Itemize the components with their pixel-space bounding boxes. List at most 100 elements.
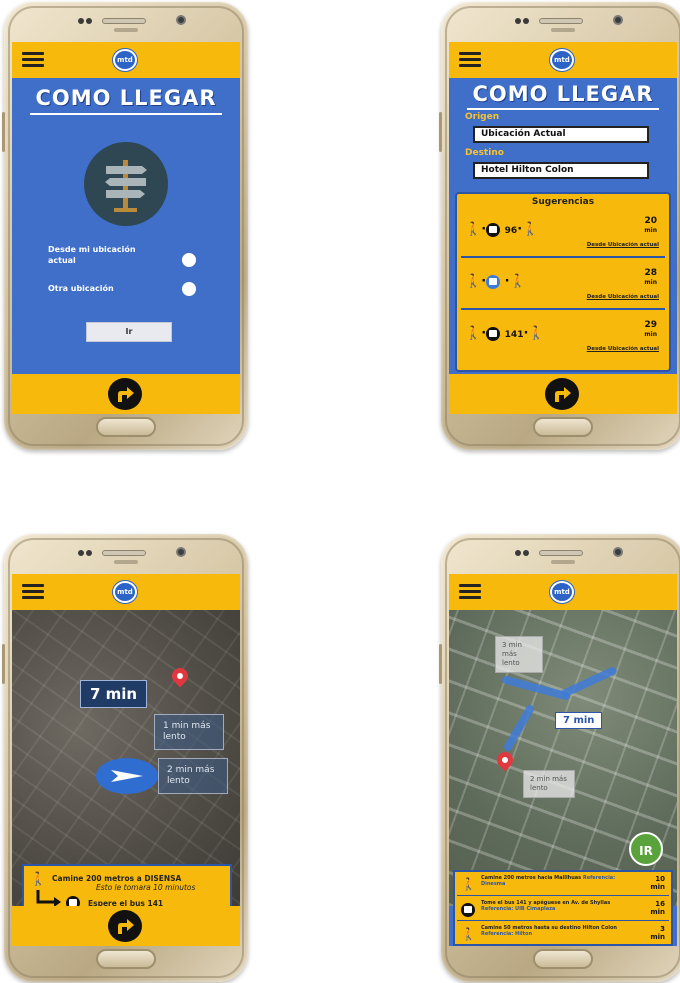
instruction-row[interactable]: Tome el bus 141 y apéguese en Av. de Shy…	[457, 897, 669, 921]
camera-icon	[176, 547, 186, 557]
step-walk-text: Camine 200 metros a DISENSA	[52, 874, 182, 883]
page-title: COMO LLEGAR	[472, 82, 654, 106]
walk-icon: 🚶	[465, 274, 482, 289]
instruction-unit: min	[650, 908, 665, 916]
top-bar: mtd	[12, 42, 240, 78]
phone-frame-2: mtd COMO LLEGAR Origen Ubicación Actual …	[439, 2, 680, 450]
menu-icon[interactable]	[22, 584, 44, 600]
destination-label: Destino	[465, 148, 504, 158]
page-title: COMO LLEGAR	[35, 86, 217, 110]
app-logo: mtd	[550, 49, 574, 71]
route-time-badge: 7 min	[80, 680, 148, 708]
camera-icon	[176, 15, 186, 25]
home-button[interactable]	[533, 417, 593, 437]
radio-current-location[interactable]	[182, 253, 196, 267]
instructions-panel: 🚶 Camine 200 metros hacia Malllhuas Refe…	[453, 870, 673, 946]
top-bar: mtd	[449, 574, 677, 610]
menu-icon[interactable]	[459, 584, 481, 600]
walk-icon: 🚶	[465, 326, 482, 341]
option-current-location-label: Desde mi ubicación actual	[48, 245, 136, 265]
signpost-icon	[84, 142, 168, 226]
bus-icon	[486, 222, 501, 237]
alternative-route-2[interactable]: 2 min más lento	[158, 758, 228, 794]
route-origin: Desde Ubicación actual	[586, 346, 659, 352]
route-option-3[interactable]: 🚶· 141·🚶 29 min Desde Ubicación actual	[461, 312, 665, 362]
route-minutes: 20	[644, 216, 657, 226]
route-unit: min	[644, 331, 657, 338]
home-button[interactable]	[96, 949, 156, 969]
route-origin: Desde Ubicación actual	[586, 294, 659, 300]
phone-frame-4: mtd 3 min más lento 7 min 2 min más lent…	[439, 534, 680, 982]
destination-input[interactable]: Hotel Hilton Colon	[473, 162, 649, 179]
bottom-bar	[449, 374, 677, 414]
menu-icon[interactable]	[22, 52, 44, 68]
home-button[interactable]	[96, 417, 156, 437]
app-logo: mtd	[113, 49, 137, 71]
walk-icon: 🚶	[30, 872, 47, 887]
turn-right-arrow-icon	[118, 387, 134, 402]
step-walk-subtext: Esto le tomara 10 minutos	[96, 883, 196, 892]
home-button[interactable]	[533, 949, 593, 969]
app-logo: mtd	[550, 581, 574, 603]
navigate-button[interactable]	[108, 910, 142, 942]
bottom-bar	[12, 374, 240, 414]
origin-label: Origen	[465, 112, 500, 122]
camera-icon	[613, 15, 623, 25]
alternative-route-2[interactable]: 2 min más lento	[523, 770, 575, 798]
instruction-unit: min	[650, 883, 665, 891]
walk-icon: 🚶	[528, 326, 545, 341]
bus-icon	[461, 903, 475, 917]
route-minutes: 29	[644, 320, 657, 330]
camera-icon	[613, 547, 623, 557]
metro-icon	[486, 274, 501, 289]
suggestions-title: Sugerencias	[531, 197, 595, 207]
alternative-route-1[interactable]: 3 min más lento	[495, 636, 543, 673]
bus-number: 96	[504, 226, 518, 236]
start-button[interactable]: IR	[629, 832, 663, 866]
walk-icon: 🚶	[461, 927, 476, 941]
go-button[interactable]: Ir	[86, 322, 172, 342]
phone-frame-1: mtd COMO LLEGAR Desde mi ubicación actua…	[2, 2, 248, 450]
option-other-location-label: Otra ubicación	[48, 284, 114, 293]
route-option-2[interactable]: 🚶· ·🚶 28 min Desde Ubicación actual	[461, 260, 665, 310]
direction-arrow-icon	[96, 758, 158, 794]
suggestions-panel: Sugerencias 🚶· 96·🚶 20 min Desde Ubicació…	[455, 192, 671, 372]
instruction-row[interactable]: 🚶 Camine 50 metros hasta su destino Hilt…	[457, 922, 669, 946]
alternative-route-1[interactable]: 1 min más lento	[154, 714, 224, 750]
screen-route-map: mtd 3 min más lento 7 min 2 min más lent…	[449, 574, 677, 946]
instruction-minutes: 16	[655, 900, 665, 908]
instruction-ref: Referencia: UIB Cimaplaza	[481, 906, 556, 912]
navigate-button[interactable]	[108, 378, 142, 410]
origin-input[interactable]: Ubicación Actual	[473, 126, 649, 143]
navigate-button[interactable]	[545, 378, 579, 410]
screen-satellite-map: mtd 7 min 1 min más lento 2 min más lent…	[12, 574, 240, 946]
route-unit: min	[644, 279, 657, 286]
instruction-minutes: 10	[655, 875, 665, 883]
radio-other-location[interactable]	[182, 282, 196, 296]
instruction-row[interactable]: 🚶 Camine 200 metros hacia Malllhuas Refe…	[457, 872, 669, 896]
screen-route-suggestions: mtd COMO LLEGAR Origen Ubicación Actual …	[449, 42, 677, 414]
bus-number: 141	[504, 330, 524, 340]
walk-icon: 🚶	[522, 222, 539, 237]
route-option-1[interactable]: 🚶· 96·🚶 20 min Desde Ubicación actual	[461, 208, 665, 258]
route-unit: min	[644, 227, 657, 234]
walk-icon: 🚶	[461, 877, 476, 891]
instruction-unit: min	[650, 933, 665, 941]
bottom-bar	[12, 906, 240, 946]
turn-right-arrow-icon	[555, 387, 571, 402]
instruction-minutes: 3	[660, 925, 665, 933]
top-bar: mtd	[449, 42, 677, 78]
menu-icon[interactable]	[459, 52, 481, 68]
turn-right-arrow-icon	[118, 919, 134, 934]
instruction-ref: Referencia: Hilton	[481, 931, 533, 937]
phone-frame-3: mtd 7 min 1 min más lento 2 min más lent…	[2, 534, 248, 982]
screen-como-llegar: mtd COMO LLEGAR Desde mi ubicación actua…	[12, 42, 240, 414]
walk-icon: 🚶	[465, 222, 482, 237]
route-minutes: 28	[644, 268, 657, 278]
route-origin: Desde Ubicación actual	[586, 242, 659, 248]
app-logo: mtd	[113, 581, 137, 603]
walk-icon: 🚶	[509, 274, 526, 289]
top-bar: mtd	[12, 574, 240, 610]
bus-icon	[486, 326, 501, 341]
route-time-badge: 7 min	[555, 712, 603, 729]
